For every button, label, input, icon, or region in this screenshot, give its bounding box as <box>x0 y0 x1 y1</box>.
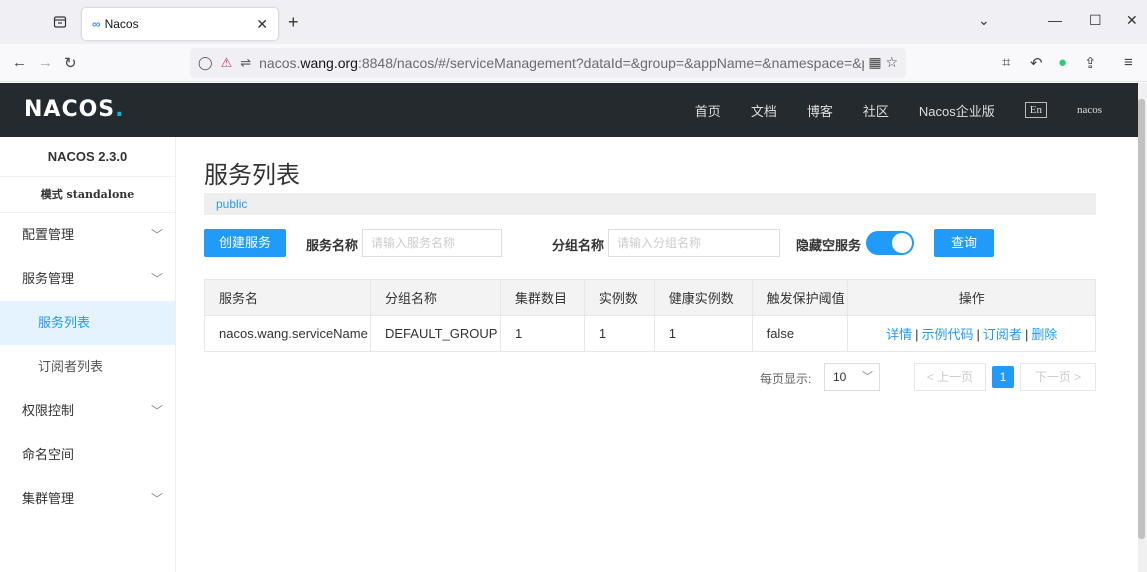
version-label: NACOS 2.3.0 <box>0 137 175 177</box>
per-page-label: 每页显示: <box>760 372 812 386</box>
star-icon[interactable]: ☆ <box>885 54 898 70</box>
col-service-name: 服务名 <box>204 279 371 316</box>
minimize-icon[interactable]: — <box>1048 12 1062 28</box>
service-name-input[interactable]: 请输入服务名称 <box>362 229 502 257</box>
chevron-down-icon: ﹀ <box>862 371 873 383</box>
col-cluster-count: 集群数目 <box>499 279 585 316</box>
menu-blog[interactable]: 博客 <box>807 101 833 120</box>
page-title: 服务列表 <box>204 162 300 189</box>
query-button[interactable]: 查询 <box>934 229 994 257</box>
maximize-icon[interactable]: ☐ <box>1089 12 1102 29</box>
service-name-label: 服务名称 <box>306 238 359 253</box>
connection-icon[interactable]: ⇌ <box>240 55 251 71</box>
permissions-icon[interactable]: ⚠ <box>221 55 233 71</box>
sidebar-item-subscribers[interactable]: 订阅者列表 <box>0 345 175 389</box>
table-header-row: 服务名 分组名称 集群数目 实例数 健康实例数 触发保护阈值 操作 <box>204 279 1096 316</box>
sidebar: NACOS 2.3.0 模式 standalone 配置管理 ﹀ 服务管理 ﹀ 服务… <box>0 137 176 572</box>
scrollbar-thumb[interactable] <box>1138 99 1145 539</box>
col-operations: 操作 <box>847 279 1096 316</box>
language-switch[interactable]: En <box>1024 102 1047 118</box>
chevron-down-icon[interactable]: ⌄ <box>978 12 990 29</box>
current-page-button[interactable]: 1 <box>992 366 1014 388</box>
cell-healthy-count: 1 <box>653 315 753 352</box>
col-instance-count: 实例数 <box>583 279 655 316</box>
nacos-favicon-icon: ∞ <box>92 17 101 31</box>
top-navigation: NACOS. 首页 文档 博客 社区 Nacos企业版 En nacos <box>0 83 1138 137</box>
shield-icon[interactable]: ◯ <box>198 55 213 71</box>
chevron-down-icon: ﹀ <box>150 272 163 286</box>
table-row: nacos.wang.serviceName DEFAULT_GROUP 1 1… <box>204 315 1096 352</box>
share-icon[interactable]: ⇪ <box>1084 54 1097 72</box>
nacos-logo[interactable]: NACOS. <box>24 97 125 122</box>
group-name-input[interactable]: 请输入分组名称 <box>608 229 780 257</box>
sample-code-link[interactable]: 示例代码 <box>922 327 974 342</box>
next-page-button[interactable]: 下一页 > <box>1020 363 1096 391</box>
tab-title: Nacos <box>104 17 139 31</box>
hide-empty-label: 隐藏空服务 <box>796 238 862 253</box>
cell-threshold: false <box>751 315 849 352</box>
sidebar-item-namespace[interactable]: 命名空间 <box>0 433 175 477</box>
forward-icon[interactable]: → <box>38 54 53 71</box>
filter-toolbar: 创建服务 服务名称 请输入服务名称 分组名称 请输入分组名称 隐藏空服务 查询 <box>204 229 1096 257</box>
browser-tab[interactable]: ∞ Nacos ✕ <box>82 8 278 40</box>
back-icon[interactable]: ← <box>12 54 27 71</box>
window-close-icon[interactable]: ✕ <box>1126 12 1138 29</box>
create-service-button[interactable]: 创建服务 <box>204 229 286 257</box>
browser-tab-bar: ∞ Nacos ✕ + ⌄ — ☐ ✕ <box>0 0 1147 44</box>
top-menu: 首页 文档 博客 社区 Nacos企业版 En nacos <box>665 83 1102 137</box>
col-group-name: 分组名称 <box>369 279 501 316</box>
address-bar[interactable]: ◯ ⚠ ⇌ nacos.wang.org:8848/nacos/#/servic… <box>190 48 906 78</box>
sidebar-item-service[interactable]: 服务管理 ﹀ <box>0 257 175 301</box>
reload-icon[interactable]: ↻ <box>64 54 77 72</box>
prev-page-button[interactable]: < 上一页 <box>914 363 986 391</box>
sidebar-item-cluster[interactable]: 集群管理 ﹀ <box>0 477 175 521</box>
url-text[interactable]: nacos.wang.org:8848/nacos/#/serviceManag… <box>259 55 893 71</box>
group-name-label: 分组名称 <box>552 238 605 253</box>
detail-link[interactable]: 详情 <box>886 327 912 342</box>
tab-list-icon[interactable] <box>50 12 70 32</box>
subscribers-link[interactable]: 订阅者 <box>983 327 1022 342</box>
cell-instance-count: 1 <box>583 315 655 352</box>
cell-group-name: DEFAULT_GROUP <box>369 315 501 352</box>
cell-cluster-count: 1 <box>499 315 585 352</box>
chevron-down-icon: ﹀ <box>150 228 163 242</box>
extension-icon[interactable]: ⌗ <box>1002 54 1010 71</box>
addon-icon[interactable]: ● <box>1058 54 1067 71</box>
chevron-down-icon: ﹀ <box>150 404 163 418</box>
chevron-down-icon: ﹀ <box>150 492 163 506</box>
mode-label: 模式 standalone <box>0 177 175 213</box>
sidebar-item-auth[interactable]: 权限控制 ﹀ <box>0 389 175 433</box>
menu-enterprise[interactable]: Nacos企业版 <box>919 101 995 120</box>
undo-icon[interactable]: ↶ <box>1030 54 1043 72</box>
hide-empty-toggle[interactable] <box>866 231 914 255</box>
cell-service-name: nacos.wang.serviceName <box>204 315 371 352</box>
menu-home[interactable]: 首页 <box>695 101 721 120</box>
sidebar-item-config[interactable]: 配置管理 ﹀ <box>0 213 175 257</box>
cell-operations: 详情 | 示例代码 | 订阅者 | 删除 <box>847 315 1096 352</box>
browser-nav-bar: ← → ↻ ◯ ⚠ ⇌ nacos.wang.org:8848/nacos/#/… <box>0 44 1147 82</box>
nacos-app: NACOS. 首页 文档 博客 社区 Nacos企业版 En nacos NAC… <box>0 83 1138 572</box>
sidebar-item-service-list[interactable]: 服务列表 <box>0 301 175 345</box>
menu-icon[interactable]: ≡ <box>1124 54 1133 71</box>
qr-icon[interactable]: ▦ <box>868 54 881 70</box>
service-table: 服务名 分组名称 集群数目 实例数 健康实例数 触发保护阈值 操作 nacos.… <box>204 279 1096 352</box>
delete-link[interactable]: 删除 <box>1031 327 1057 342</box>
menu-docs[interactable]: 文档 <box>751 101 777 120</box>
namespace-bar: public <box>204 193 1096 215</box>
menu-community[interactable]: 社区 <box>863 101 889 120</box>
user-name[interactable]: nacos <box>1077 104 1102 116</box>
page-scrollbar[interactable] <box>1138 83 1147 572</box>
close-icon[interactable]: ✕ <box>256 16 268 33</box>
plus-icon[interactable]: + <box>288 12 299 33</box>
per-page-select[interactable]: 10 ﹀ <box>824 363 880 391</box>
col-healthy-count: 健康实例数 <box>653 279 753 316</box>
pagination: 每页显示: 10 ﹀ < 上一页 1 下一页 > <box>204 363 1096 391</box>
toggle-knob <box>892 233 912 253</box>
namespace-public[interactable]: public <box>216 197 247 211</box>
col-threshold: 触发保护阈值 <box>751 279 849 316</box>
